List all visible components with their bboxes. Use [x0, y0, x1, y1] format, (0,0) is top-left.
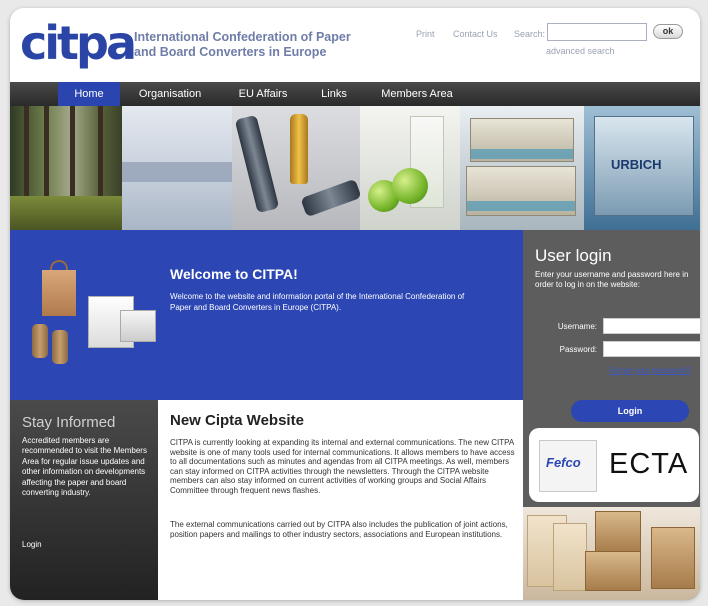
forest-photo	[10, 106, 122, 230]
organisation-title: International Confederation of Paper and…	[134, 30, 394, 60]
organisation-title-line2: and Board Converters in Europe	[134, 45, 327, 59]
carton-and-apples-photo	[360, 106, 460, 230]
citpa-logo[interactable]: citpa	[20, 20, 137, 66]
advanced-search-link[interactable]: advanced search	[546, 46, 615, 56]
ecta-logo[interactable]: ECTA	[609, 448, 688, 481]
beverage-pack-photo: URBICH	[584, 106, 700, 230]
nav-item-eu-affairs[interactable]: EU Affairs	[226, 82, 300, 106]
username-field[interactable]	[603, 318, 700, 334]
search-go-button[interactable]: ok	[653, 24, 683, 39]
user-login-panel: User login Enter your username and passw…	[523, 230, 700, 425]
tubes-and-bottle-photo	[232, 106, 362, 230]
nav-item-organisation[interactable]: Organisation	[128, 82, 212, 106]
site-header: citpa International Confederation of Pap…	[10, 8, 700, 82]
nav-item-home[interactable]: Home	[58, 82, 120, 106]
stay-informed-text: Accredited members are recommended to vi…	[22, 436, 147, 498]
printed-boxes-photo	[460, 106, 584, 230]
stay-informed-panel: Stay Informed Accredited members are rec…	[10, 400, 158, 600]
misty-lake-photo	[122, 106, 232, 230]
welcome-text: Welcome to the website and information p…	[170, 292, 465, 312]
login-button[interactable]: Login	[571, 400, 689, 422]
welcome-panel: Welcome to CITPA! Welcome to the website…	[10, 230, 523, 400]
nav-item-members-area[interactable]: Members Area	[370, 82, 464, 106]
nav-item-links[interactable]: Links	[312, 82, 356, 106]
welcome-title: Welcome to CITPA!	[170, 266, 298, 282]
password-label: Password:	[559, 345, 597, 354]
search-input[interactable]	[547, 23, 647, 41]
fefco-logo-text: Fefco	[546, 455, 581, 470]
print-link[interactable]: Print	[416, 29, 435, 39]
stay-informed-login-link[interactable]: Login	[22, 540, 42, 549]
fefco-logo[interactable]: Fefco	[539, 440, 597, 492]
contact-us-link[interactable]: Contact Us	[453, 29, 498, 39]
partner-logos-box[interactable]: Fefco ECTA	[529, 428, 699, 502]
photo-banner: URBICH	[10, 106, 700, 230]
right-column: Fefco ECTA	[523, 425, 700, 600]
forgot-password-link[interactable]: Forgot your password?	[609, 366, 691, 375]
stay-informed-title: Stay Informed	[22, 414, 116, 431]
paper-products-illustration	[22, 260, 162, 370]
organisation-title-line1: International Confederation of Paper	[134, 30, 351, 44]
username-label: Username:	[557, 322, 597, 331]
login-intro: Enter your username and password here in…	[535, 270, 689, 289]
article-title: New Cipta Website	[170, 412, 304, 429]
login-title: User login	[535, 246, 612, 265]
main-navigation: Home Organisation EU Affairs Links Membe…	[10, 82, 700, 106]
pack-label: URBICH	[611, 157, 662, 172]
page-frame: citpa International Confederation of Pap…	[10, 8, 700, 600]
main-article: New Cipta Website CITPA is currently loo…	[158, 400, 523, 600]
article-paragraph-1: CITPA is currently looking at expanding …	[170, 438, 515, 495]
article-paragraph-2: The external communications carried out …	[170, 520, 508, 539]
packaging-boxes-photo	[523, 507, 700, 600]
password-field[interactable]	[603, 341, 700, 357]
search-label: Search:	[514, 29, 546, 39]
